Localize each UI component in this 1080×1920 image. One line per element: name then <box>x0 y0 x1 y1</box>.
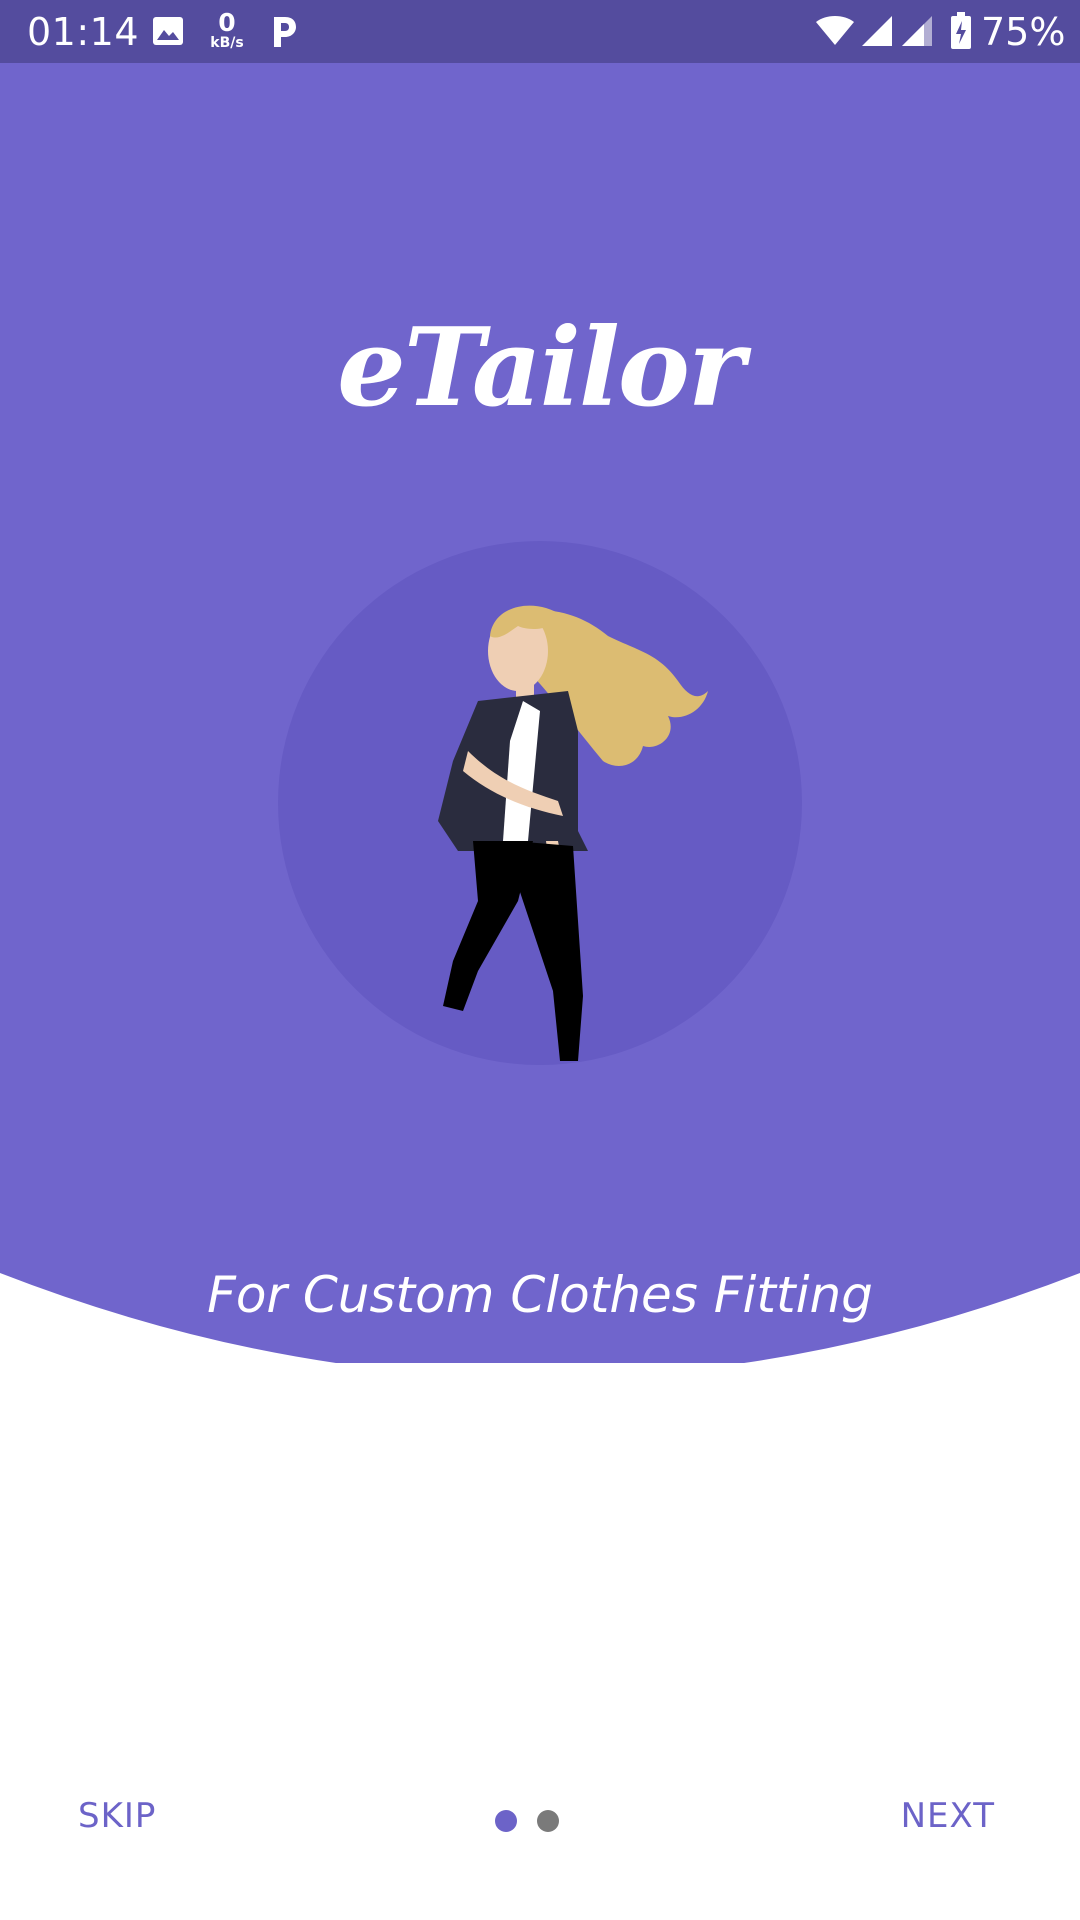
page-indicator-dot-inactive[interactable] <box>537 1810 559 1832</box>
app-logo: eTailor <box>337 305 745 431</box>
onboarding-hero[interactable]: eTailor For Custom Clothes Fitting <box>0 63 1080 1363</box>
network-speed-value: 0 <box>218 8 236 37</box>
parking-icon <box>270 14 298 53</box>
network-speed: 0 kB/s <box>206 10 248 50</box>
onboarding-navigation: SKIP NEXT <box>0 1790 1080 1860</box>
skip-button[interactable]: SKIP <box>78 1796 156 1836</box>
woman-illustration <box>278 541 802 1065</box>
next-button[interactable]: NEXT <box>901 1796 995 1836</box>
page-indicator-dot-active[interactable] <box>495 1810 517 1832</box>
battery-charging-icon <box>950 12 972 55</box>
battery-percent: 75% <box>981 10 1066 54</box>
wifi-icon <box>815 14 855 51</box>
signal-icon-2 <box>900 14 934 53</box>
status-bar: 01:14 0 kB/s 75% <box>0 0 1080 63</box>
network-speed-unit: kB/s <box>210 35 244 51</box>
onboarding-tagline: For Custom Clothes Fitting <box>207 1266 873 1324</box>
signal-icon <box>860 14 894 53</box>
image-icon <box>152 16 184 51</box>
status-time: 01:14 <box>27 10 140 54</box>
onboarding-screen: 01:14 0 kB/s 75% eTailor For Custom Clot… <box>0 0 1080 1920</box>
